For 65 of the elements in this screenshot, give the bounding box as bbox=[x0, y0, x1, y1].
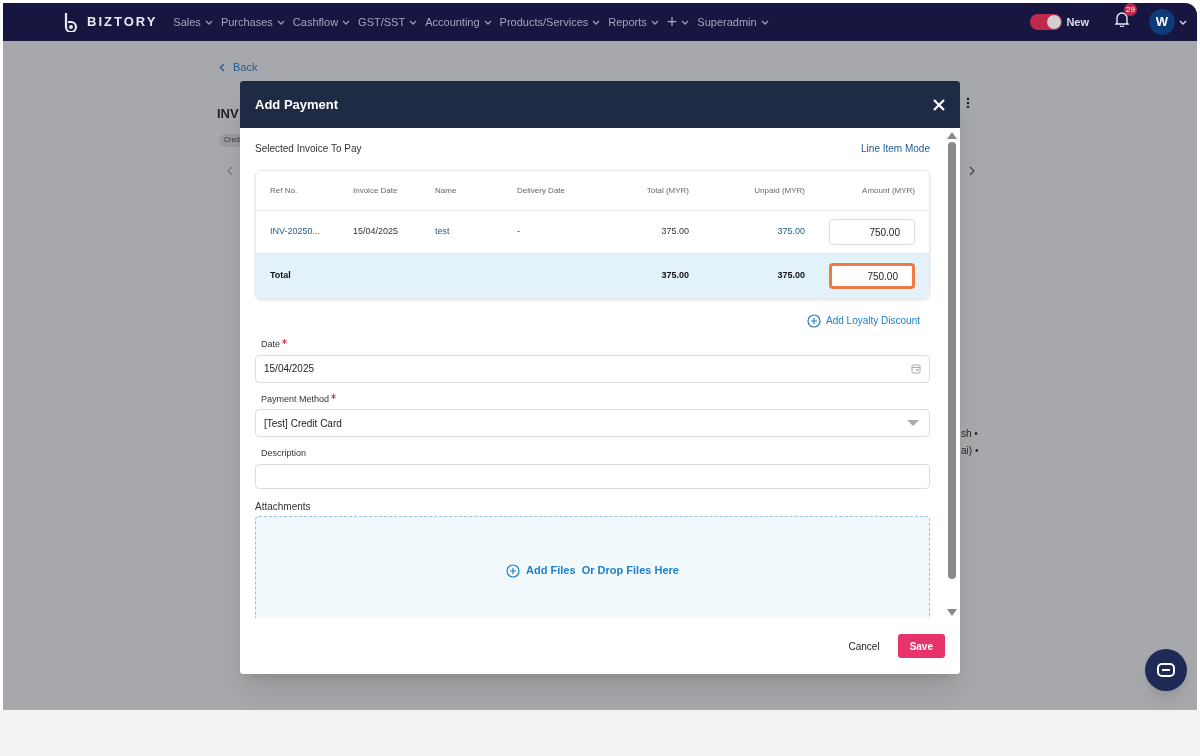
menu-item[interactable]: Cashflow bbox=[288, 13, 355, 31]
table-cell-text: 375.00 bbox=[660, 225, 689, 239]
notification-badge: 29 bbox=[1124, 3, 1137, 16]
attachments-label: Attachments bbox=[255, 499, 312, 514]
menu-item[interactable]: Accounting bbox=[421, 13, 496, 31]
dialog-title: Add Payment bbox=[255, 95, 339, 114]
notification-bell-icon[interactable] bbox=[1115, 11, 1129, 27]
section-label: Selected Invoice To Pay bbox=[255, 142, 362, 156]
chat-button[interactable] bbox=[1145, 649, 1187, 691]
column-header: Invoice Date bbox=[353, 184, 399, 197]
field-label: Description bbox=[260, 447, 308, 460]
page-title: INV bbox=[217, 107, 239, 120]
menu-item[interactable]: Superadmin bbox=[693, 13, 773, 31]
chat-icon bbox=[1157, 663, 1175, 677]
brand-name: BIZTORY bbox=[87, 13, 158, 32]
menu-item[interactable]: Purchases bbox=[216, 13, 289, 31]
menu-item[interactable]: Products/Services bbox=[495, 13, 605, 31]
amount-field[interactable]: 750.00 bbox=[829, 263, 915, 289]
description-field[interactable] bbox=[255, 463, 930, 489]
plus-circle-icon bbox=[807, 313, 822, 328]
toggle-label: New bbox=[1066, 14, 1089, 30]
more-options-icon[interactable] bbox=[966, 97, 970, 109]
table-cell-text: 375.00 bbox=[660, 269, 689, 283]
menu-item[interactable]: GST/SST bbox=[354, 13, 422, 31]
close-icon[interactable] bbox=[933, 98, 945, 111]
table-cell-text: 375.00 bbox=[776, 269, 805, 283]
chevron-left-icon bbox=[219, 63, 225, 72]
table-cell-text: - bbox=[517, 225, 521, 239]
user-avatar[interactable]: W bbox=[1149, 9, 1175, 35]
text-fragment: sh • bbox=[961, 427, 979, 441]
column-header: Total (MYR) bbox=[645, 184, 689, 197]
scroll-down-icon[interactable] bbox=[947, 609, 957, 616]
menu-item[interactable]: Reports bbox=[604, 13, 663, 31]
column-header: Amount (MYR) bbox=[861, 184, 915, 197]
table-cell-text: 15/04/2025 bbox=[353, 225, 400, 239]
column-header: Unpaid (MYR) bbox=[753, 184, 805, 197]
field-label: Date bbox=[255, 338, 930, 352]
scroll-up-icon[interactable] bbox=[947, 132, 957, 139]
column-header: Ref No. bbox=[270, 184, 299, 197]
field-label: Payment Method bbox=[255, 392, 930, 406]
total-label: Total bbox=[270, 269, 292, 283]
scrollbar-thumb[interactable] bbox=[948, 142, 956, 579]
chevron-right-icon[interactable] bbox=[969, 166, 975, 176]
ref-link[interactable]: INV-20250... bbox=[270, 225, 353, 239]
payment-method-dropdown[interactable]: [Test] Credit Card bbox=[255, 409, 930, 437]
text-fragment: ai) • bbox=[961, 444, 979, 458]
drop-zone-text: Add Files Or Drop Files Here bbox=[526, 563, 679, 579]
menu-item[interactable]: + bbox=[662, 8, 694, 36]
dropdown-arrow-icon bbox=[907, 420, 919, 426]
toggle-switch[interactable] bbox=[1030, 14, 1063, 30]
calendar-icon bbox=[911, 363, 921, 374]
customer-link[interactable]: test bbox=[435, 225, 517, 239]
line-item-mode-link[interactable]: Line Item Mode bbox=[861, 141, 930, 156]
file-drop-zone[interactable]: Add Files Or Drop Files Here bbox=[255, 515, 930, 618]
column-header: Delivery Date bbox=[517, 184, 566, 197]
unpaid-link[interactable]: 375.00 bbox=[689, 225, 805, 239]
cancel-button[interactable]: Cancel bbox=[846, 638, 882, 654]
date-field[interactable]: 15/04/2025 bbox=[255, 354, 930, 383]
caret-icon bbox=[1179, 19, 1187, 25]
column-header: Name bbox=[435, 184, 458, 197]
save-button[interactable]: Save bbox=[897, 634, 945, 658]
plus-circle-icon bbox=[506, 563, 521, 578]
amount-field[interactable]: 750.00 bbox=[829, 219, 915, 245]
menu-item[interactable]: Sales bbox=[169, 13, 217, 31]
add-loyalty-discount-link[interactable]: Add Loyalty Discount bbox=[807, 313, 920, 328]
